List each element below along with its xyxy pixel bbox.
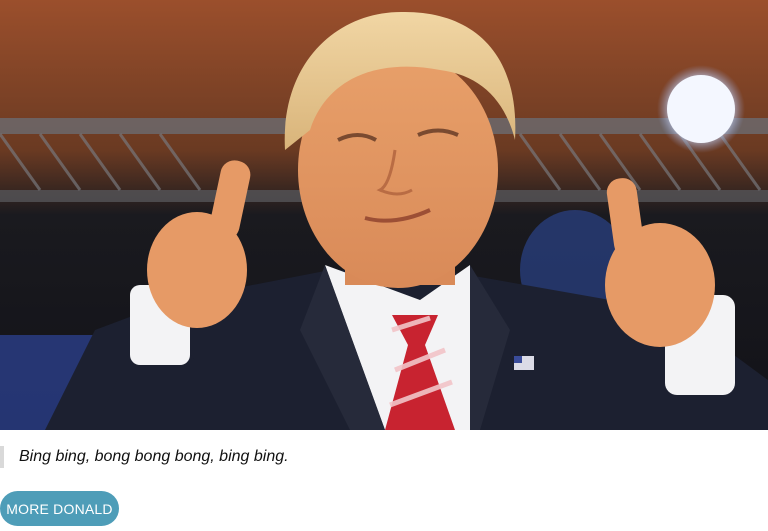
hero-photo [0,0,768,430]
quote-border [0,446,4,468]
more-donald-button[interactable]: MORE DONALD [0,491,119,526]
quote-text: Bing bing, bong bong bong, bing bing. [19,448,289,465]
quote-block: Bing bing, bong bong bong, bing bing. [0,445,289,469]
portrait-photo [0,0,768,430]
